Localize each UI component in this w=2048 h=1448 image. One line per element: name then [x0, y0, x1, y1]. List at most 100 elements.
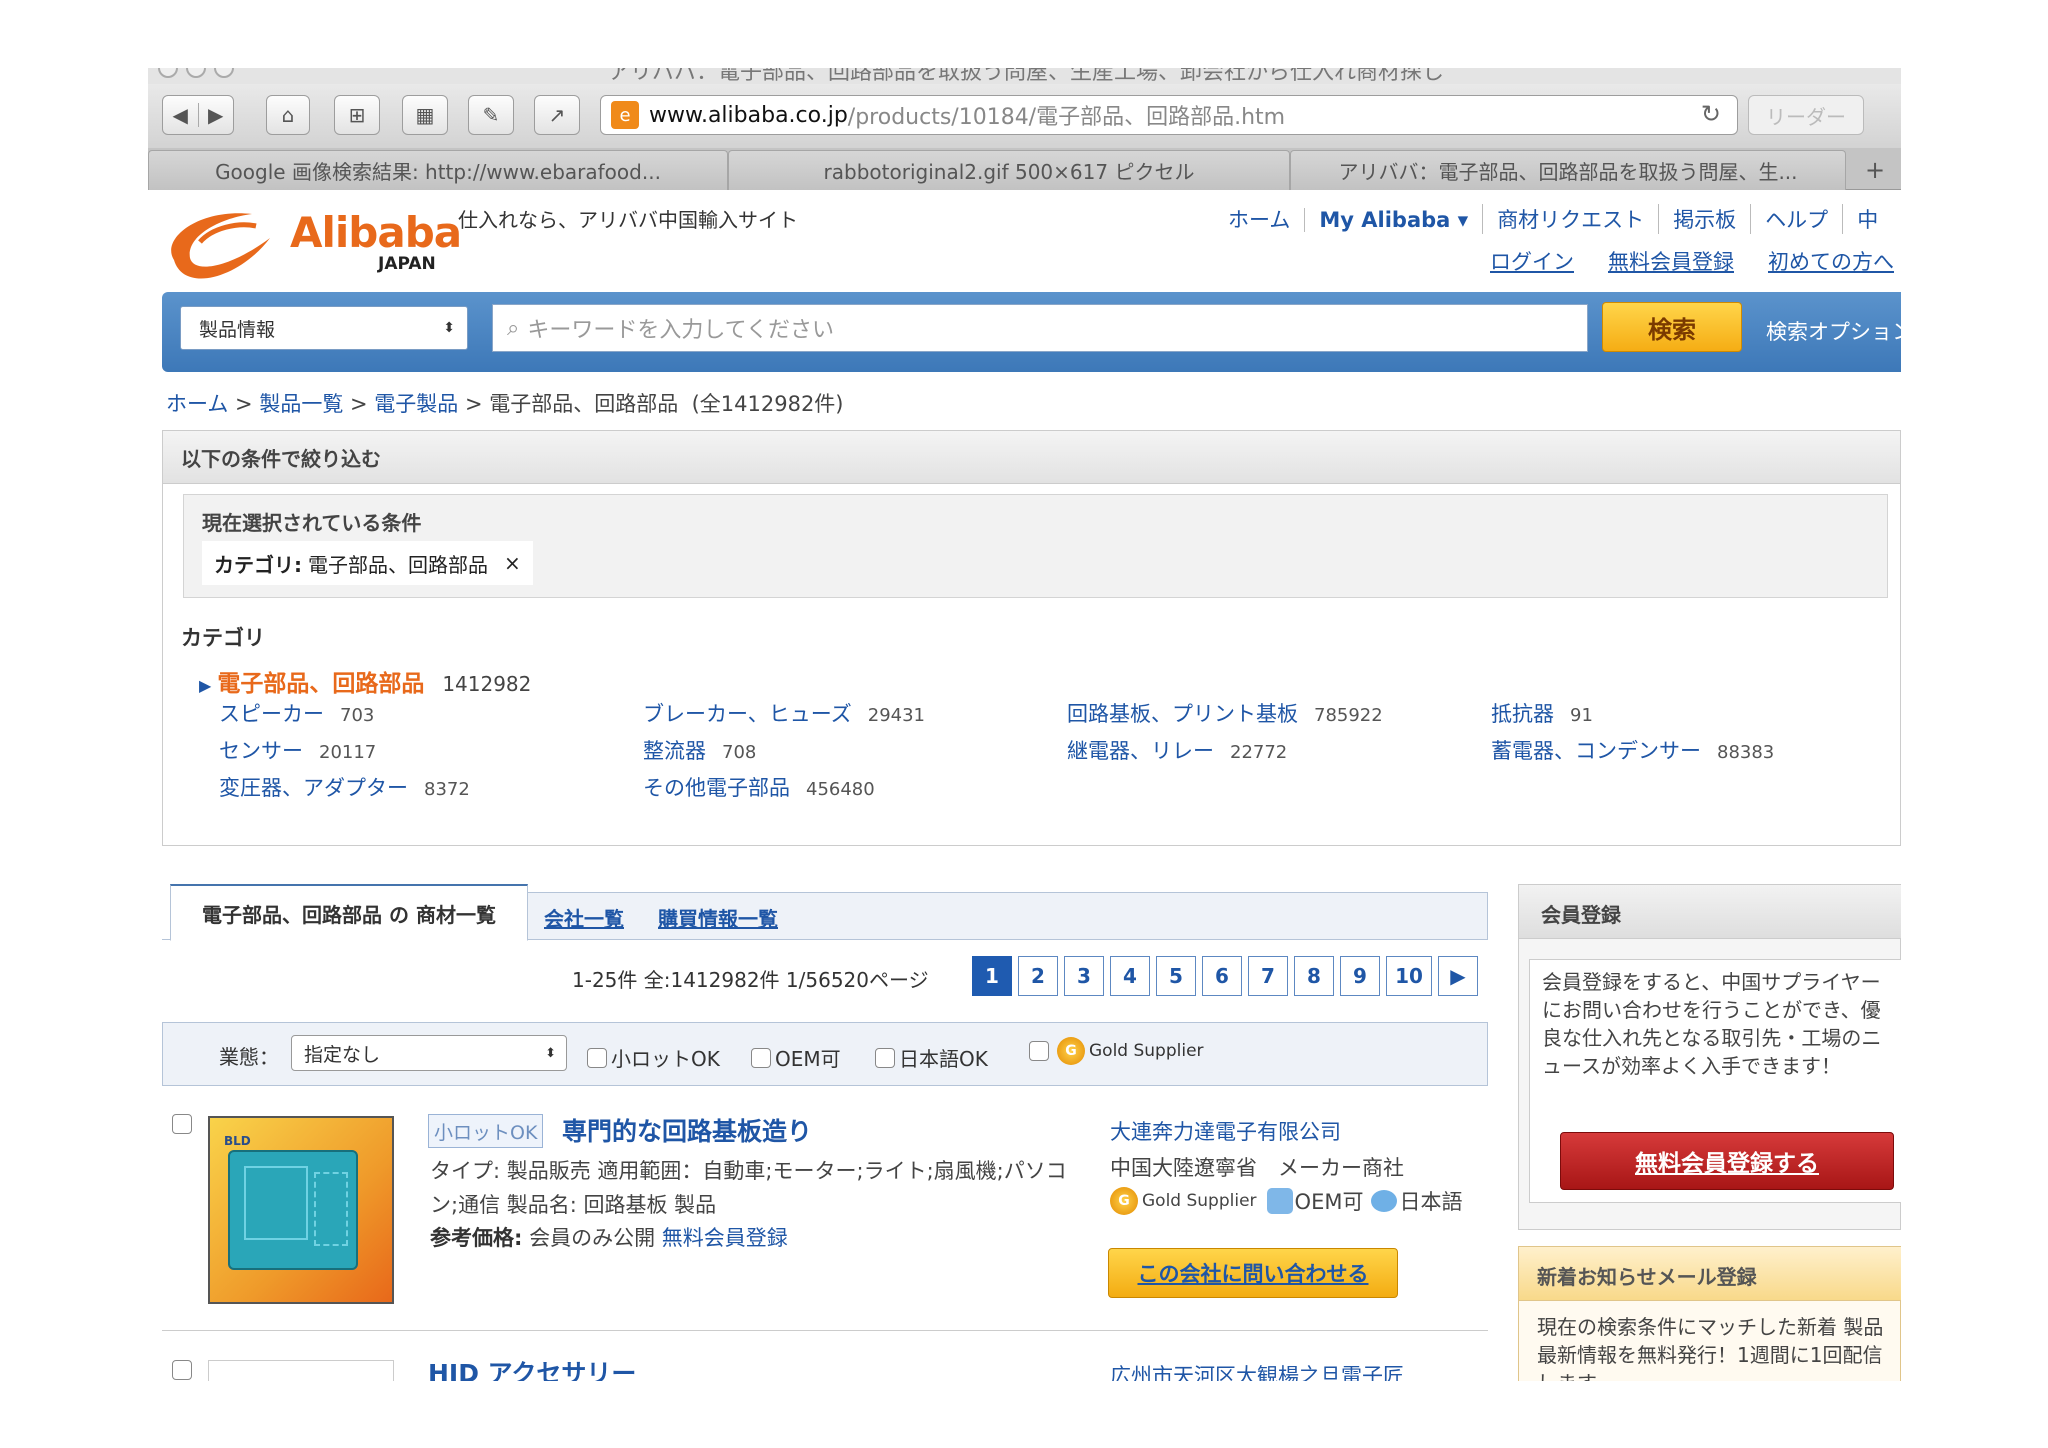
- small-lot-checkbox[interactable]: 小ロットOK: [587, 1043, 720, 1072]
- category-link[interactable]: 整流器 708: [643, 735, 756, 765]
- product-select-checkbox[interactable]: [172, 1114, 192, 1134]
- login-link[interactable]: ログイン: [1490, 250, 1574, 274]
- browser-tab-image[interactable]: rabbotoriginal2.gif 500×617 ピクセル: [728, 150, 1290, 190]
- title-bar: アリババ：電子部品、回路部品を取扱う問屋、生産工場、卸会社から仕入れ商材探し: [148, 68, 1901, 84]
- nav-help-link[interactable]: ヘルプ: [1750, 204, 1842, 234]
- beginners-link[interactable]: 初めての方へ: [1768, 250, 1894, 274]
- search-category-select[interactable]: 製品情報 ⬍: [180, 306, 468, 350]
- contact-company-button[interactable]: この会社に問い合わせる: [1108, 1248, 1398, 1298]
- category-link[interactable]: 継電器、リレー 22772: [1067, 735, 1287, 765]
- forward-icon[interactable]: ▶: [197, 103, 234, 127]
- back-forward-buttons[interactable]: ◀ ▶: [162, 95, 234, 135]
- image-label: BLD: [224, 1134, 251, 1148]
- category-link[interactable]: スピーカー 703: [219, 698, 374, 728]
- breadcrumb-list[interactable]: 製品一覧: [259, 392, 343, 416]
- zoom-window-button[interactable]: [214, 68, 234, 78]
- home-button[interactable]: ⌂: [266, 95, 310, 135]
- nav-myalibaba-link[interactable]: My Alibaba ▾: [1304, 208, 1482, 232]
- nav-board-link[interactable]: 掲示板: [1658, 204, 1750, 234]
- search-options-link[interactable]: 検索オプション: [1766, 316, 1901, 346]
- close-window-button[interactable]: [158, 68, 178, 78]
- product-title[interactable]: 専門的な回路基板造り: [562, 1112, 812, 1148]
- category-name[interactable]: 回路基板、プリント基板: [1067, 702, 1298, 726]
- company-name-link[interactable]: 広州市天河区大観楊之旦電子匠: [1110, 1360, 1404, 1381]
- category-link[interactable]: その他電子部品 456480: [643, 772, 875, 802]
- checkbox-box[interactable]: [587, 1047, 607, 1068]
- category-name[interactable]: その他電子部品: [643, 776, 790, 800]
- category-name[interactable]: センサー: [219, 739, 303, 763]
- breadcrumb-electronics[interactable]: 電子製品: [374, 392, 458, 416]
- page-button-10[interactable]: 10: [1386, 956, 1432, 996]
- category-name[interactable]: 継電器、リレー: [1067, 739, 1214, 763]
- category-link[interactable]: ブレーカー、ヒューズ 29431: [643, 698, 925, 728]
- tab-companies[interactable]: 会社一覧: [544, 903, 624, 932]
- alibaba-logo[interactable]: Alibaba JAPAN: [160, 198, 462, 282]
- category-name[interactable]: 抵抗器: [1491, 702, 1554, 726]
- nav-request-link[interactable]: 商材リクエスト: [1482, 204, 1658, 234]
- page-button-1[interactable]: 1: [972, 956, 1012, 996]
- company-name-link[interactable]: 大連奔力達電子有限公司: [1110, 1116, 1341, 1146]
- new-tab-button[interactable]: +: [1858, 150, 1892, 190]
- product-image[interactable]: [208, 1360, 394, 1381]
- product-title[interactable]: HID アクセサリー: [428, 1354, 636, 1381]
- address-bar[interactable]: e www.alibaba.co.jp/products/10184/電子部品、…: [600, 95, 1738, 135]
- category-link[interactable]: 回路基板、プリント基板 785922: [1067, 698, 1383, 728]
- reader-button[interactable]: リーダー: [1748, 95, 1864, 135]
- tab-buying-info[interactable]: 購買情報一覧: [658, 903, 778, 932]
- price-register-link[interactable]: 無料会員登録: [662, 1226, 788, 1250]
- free-register-button[interactable]: 無料会員登録する: [1560, 1132, 1894, 1190]
- category-name[interactable]: スピーカー: [219, 702, 324, 726]
- page-button-2[interactable]: 2: [1018, 956, 1058, 996]
- search-button[interactable]: 検索: [1602, 302, 1742, 352]
- remove-condition-icon[interactable]: ×: [504, 551, 521, 575]
- page-button-9[interactable]: 9: [1340, 956, 1380, 996]
- logo-text: Alibaba: [290, 208, 462, 257]
- japanese-ok-checkbox[interactable]: 日本語OK: [875, 1043, 988, 1072]
- top-sites-button[interactable]: ▦: [402, 95, 448, 135]
- browser-tab-alibaba[interactable]: アリババ：電子部品、回路部品を取扱う問屋、生...: [1290, 150, 1846, 190]
- share-button[interactable]: ↗: [534, 95, 580, 135]
- oem-checkbox[interactable]: OEM可: [751, 1043, 841, 1072]
- business-type-select[interactable]: 指定なし ⬍: [291, 1035, 567, 1071]
- gold-supplier-checkbox[interactable]: G Gold Supplier: [1029, 1037, 1204, 1065]
- category-link[interactable]: 抵抗器 91: [1491, 698, 1593, 728]
- reload-icon[interactable]: ↻: [1701, 100, 1721, 128]
- checkbox-box[interactable]: [875, 1047, 895, 1068]
- page-button-7[interactable]: 7: [1248, 956, 1288, 996]
- category-name[interactable]: ブレーカー、ヒューズ: [643, 702, 852, 726]
- category-name[interactable]: 蓄電器、コンデンサー: [1491, 739, 1701, 763]
- selected-category-count: 1412982: [442, 672, 532, 696]
- next-page-button[interactable]: ▶: [1438, 956, 1478, 996]
- back-icon[interactable]: ◀: [163, 103, 198, 127]
- tab-products[interactable]: 電子部品、回路部品 の 商材一覧: [170, 884, 528, 941]
- breadcrumb-home[interactable]: ホーム: [166, 392, 228, 416]
- category-count: 8372: [424, 779, 470, 800]
- category-link[interactable]: センサー 20117: [219, 735, 376, 765]
- category-name[interactable]: 変圧器、アダプター: [219, 776, 408, 800]
- page-button-4[interactable]: 4: [1110, 956, 1150, 996]
- nav-home-link[interactable]: ホーム: [1214, 204, 1304, 234]
- nav-chinese-link[interactable]: 中: [1842, 204, 1892, 234]
- category-link[interactable]: 蓄電器、コンデンサー 88383: [1491, 735, 1774, 765]
- result-summary: 1-25件 全:1412982件 1/56520ページ: [572, 968, 929, 992]
- category-name[interactable]: 整流器: [643, 739, 706, 763]
- browser-tab-google[interactable]: Google 画像検索結果: http://www.ebarafood...: [148, 150, 728, 190]
- checkbox-box[interactable]: [751, 1047, 771, 1068]
- category-count: 20117: [319, 742, 377, 763]
- page-button-6[interactable]: 6: [1202, 956, 1242, 996]
- page-button-3[interactable]: 3: [1064, 956, 1104, 996]
- checkbox-box[interactable]: [1029, 1041, 1049, 1061]
- add-bookmark-button[interactable]: ⊞: [334, 95, 380, 135]
- search-input[interactable]: ⌕ キーワードを入力してください: [492, 304, 1588, 352]
- page-button-5[interactable]: 5: [1156, 956, 1196, 996]
- tab-bar: Google 画像検索結果: http://www.ebarafood... r…: [148, 148, 1901, 190]
- category-link[interactable]: 変圧器、アダプター 8372: [219, 772, 470, 802]
- condition-value: 電子部品、回路部品: [308, 552, 488, 577]
- register-text: 会員登録をすると、中国サプライヤーにお問い合わせを行うことができ、優良な仕入れ先…: [1542, 970, 1882, 1078]
- edit-button[interactable]: ✎: [468, 95, 514, 135]
- page-button-8[interactable]: 8: [1294, 956, 1334, 996]
- minimize-window-button[interactable]: [186, 68, 206, 78]
- free-register-link[interactable]: 無料会員登録: [1608, 250, 1734, 274]
- product-select-checkbox[interactable]: [172, 1360, 192, 1380]
- product-image[interactable]: BLD: [208, 1116, 394, 1304]
